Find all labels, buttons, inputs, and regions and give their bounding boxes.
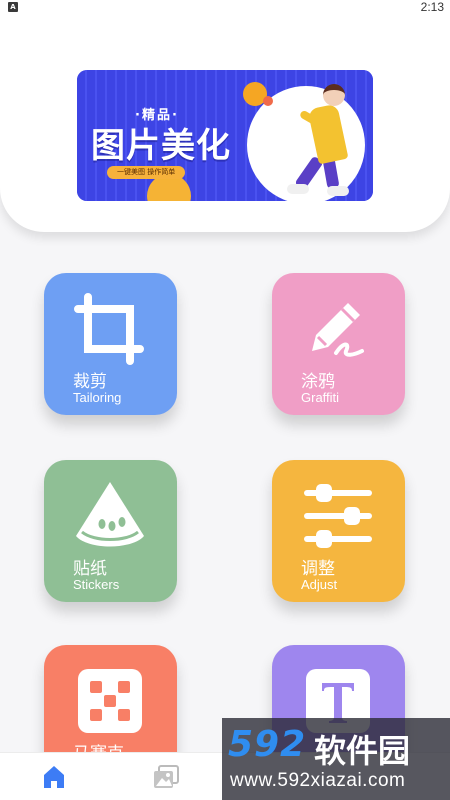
tile-subtitle: Stickers [73,577,120,592]
tile-title: 贴纸 [73,559,107,579]
tile-subtitle: Adjust [301,577,338,592]
tile-stickers[interactable]: 贴纸 Stickers [44,460,177,602]
pen-icon [312,303,364,357]
status-bar: A 2:13 [0,0,450,14]
crop-icon [74,293,144,365]
watermark-overlay: 592 软件园 www.592xiazai.com [222,718,450,800]
figure-head [323,84,345,106]
gallery-icon[interactable] [150,761,182,793]
promo-banner[interactable]: ·精品· 图片美化 一键美图 操作简单 [77,70,373,201]
notification-icon: A [8,2,18,12]
figure-shoe [327,186,349,196]
banner-subtitle: 一键美图 操作简单 [107,166,186,179]
watermelon-icon [76,482,144,547]
home-icon[interactable] [38,761,70,793]
tile-subtitle: Tailoring [73,390,122,405]
banner-decor-ball-small [263,96,273,106]
app-screen: A 2:13 ·精品· 图片美化 一键美图 操作简单 裁剪 Tailoring … [0,0,450,800]
tile-graffiti[interactable]: 涂鸦 Graffiti [272,273,405,415]
figure-shoe [287,184,309,194]
header-card: ·精品· 图片美化 一键美图 操作简单 [0,0,450,232]
watermark-logo-number: 592 [228,724,307,765]
tile-title: 裁剪 [73,372,107,392]
tile-subtitle: Graffiti [301,390,340,405]
sliders-icon [304,484,372,548]
tile-crop[interactable]: 裁剪 Tailoring [44,273,177,415]
tile-title: 涂鸦 [301,372,335,392]
status-clock: 2:13 [420,0,444,14]
tile-adjust[interactable]: 调整 Adjust [272,460,405,602]
tile-title: 调整 [301,559,335,579]
watermark-logo-text: 软件园 [314,732,411,770]
mosaic-icon [78,669,142,733]
banner-title: 图片美化 [91,126,231,166]
watermark-url: www.592xiazai.com [230,770,406,791]
